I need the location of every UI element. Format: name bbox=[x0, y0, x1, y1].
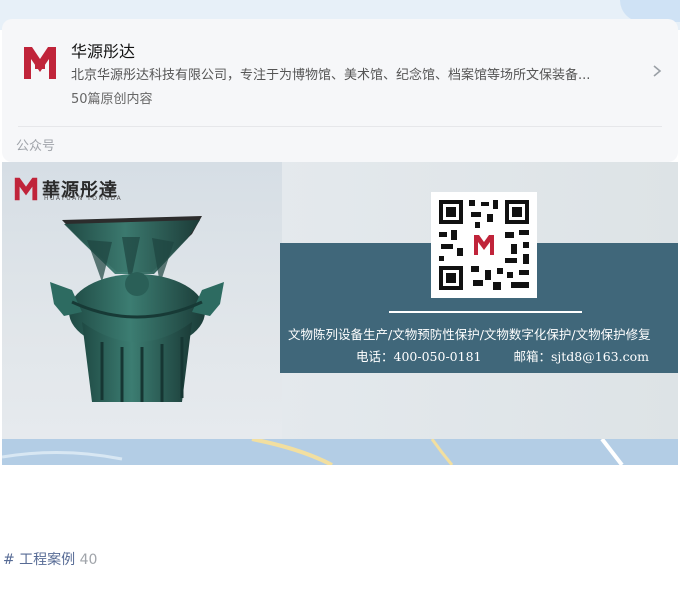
brand-mark-icon bbox=[14, 177, 38, 201]
email-text: 邮箱：sjtd8@163.com bbox=[513, 349, 649, 364]
account-name[interactable]: 华源彤达 bbox=[71, 38, 135, 62]
card-divider bbox=[18, 126, 662, 127]
brand-logo-icon bbox=[24, 47, 56, 79]
brand-subtitle: HUAYUAN TONGDA bbox=[44, 195, 123, 202]
article-count: 50篇原创内容 bbox=[71, 92, 153, 107]
panel-divider bbox=[389, 311, 582, 313]
topic-tag-label[interactable]: # 工程案例 bbox=[3, 552, 75, 568]
bronze-vessel-image bbox=[50, 216, 224, 402]
topic-tag[interactable]: # 工程案例 40 bbox=[3, 549, 97, 569]
chevron-right-icon[interactable] bbox=[650, 63, 664, 79]
qr-code[interactable] bbox=[431, 192, 537, 298]
map-background-strip bbox=[2, 439, 678, 465]
account-type-label: 公众号 bbox=[16, 139, 56, 154]
services-text: 文物陈列设备生产/文物预防性保护/文物数字化保护/文物保护修复 bbox=[288, 327, 651, 342]
phone-text: 电话：400-050-0181 bbox=[356, 349, 482, 364]
article-banner-image[interactable]: 華源彤達 HUAYUAN TONGDA 文物陈列设备生产/文物预防性保护/文物数… bbox=[2, 162, 678, 439]
account-card[interactable]: 华源彤达 北京华源彤达科技有限公司，专注于为博物馆、美术馆、纪念馆、档案馆等场所… bbox=[2, 19, 678, 162]
topic-tag-count: 40 bbox=[79, 552, 98, 568]
account-description: 北京华源彤达科技有限公司，专注于为博物馆、美术馆、纪念馆、档案馆等场所文保装备.… bbox=[71, 68, 591, 83]
contact-text: 电话：400-050-0181 邮箱：sjtd8@163.com bbox=[356, 346, 649, 365]
